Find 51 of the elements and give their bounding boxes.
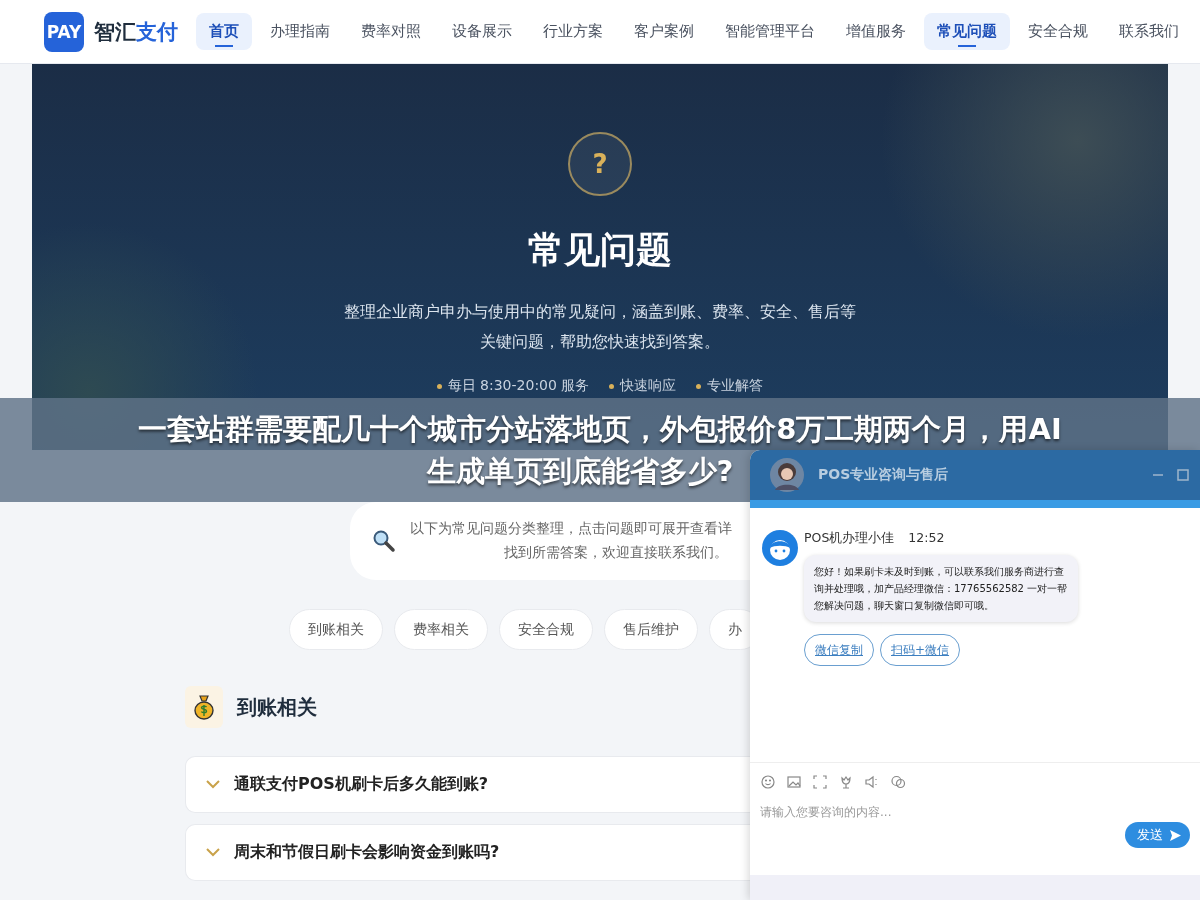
message-time: 12:52 xyxy=(908,530,945,547)
nav-link[interactable]: 联系我们 xyxy=(1106,13,1192,50)
category-chip[interactable]: 售后维护 xyxy=(604,609,698,650)
hint-text: 找到所需答案，欢迎直接联系我们。 xyxy=(503,544,729,562)
nav-link[interactable]: 安全合规 xyxy=(1015,13,1101,50)
feature-item: 每日 8:30-20:00 服务 xyxy=(436,377,590,395)
nav-link[interactable]: 行业方案 xyxy=(530,13,616,50)
hint-text: 以下为常见问题分类整理，点击问题即可展开查看详 xyxy=(410,520,732,538)
nav-link[interactable]: 常见问题 xyxy=(924,13,1010,50)
faq-question: 周末和节假日刷卡会影响资金到账吗? xyxy=(234,842,500,863)
message-bubble: 您好！如果刷卡未及时到账，可以联系我们服务商进行查询并处理哦，加产品经理微信：17765562582 一对一帮您解决问题，聊天窗口复制微信即可哦。 xyxy=(804,555,1078,622)
nav-link[interactable]: 增值服务 xyxy=(833,13,919,50)
caption-text: 一套站群需要配几十个城市分站落地页，外包报价8万工期两个月，用AI xyxy=(138,411,1062,448)
agent-name: POS机办理小佳 xyxy=(804,530,895,547)
send-button[interactable]: 发送 xyxy=(1125,822,1190,848)
emoji-icon[interactable] xyxy=(760,773,776,790)
chat-title: POS专业咨询与售后 xyxy=(818,466,950,484)
nav-link[interactable]: 设备展示 xyxy=(439,13,525,50)
nav-link[interactable]: 首页 xyxy=(196,13,252,50)
category-chip[interactable]: 安全合规 xyxy=(499,609,593,650)
faq-item[interactable]: 通联支付POS机刷卡后多久能到账? xyxy=(185,756,750,813)
maximize-icon xyxy=(1176,468,1190,482)
nav-link[interactable]: 费率对照 xyxy=(348,13,434,50)
category-chip[interactable]: 费率相关 xyxy=(394,609,488,650)
brand-name: 智汇支付 xyxy=(94,18,178,46)
screenshot-icon[interactable] xyxy=(812,773,828,790)
nav-link[interactable]: 智能管理平台 xyxy=(712,13,828,50)
image-icon[interactable] xyxy=(786,773,802,790)
feature-item: 快速响应 xyxy=(609,377,677,395)
category-chip[interactable]: 到账相关 xyxy=(289,609,383,650)
chat-bubbles-icon[interactable] xyxy=(890,773,906,790)
hero-title: 常见问题 xyxy=(528,228,672,272)
faq-question: 通联支付POS机刷卡后多久能到账? xyxy=(234,774,489,795)
hero-description: 整理企业商户申办与使用中的常见疑问，涵盖到账、费率、安全、售后等关键问题，帮助您快速找到答案。 xyxy=(343,301,857,353)
nav-link[interactable]: 客户案例 xyxy=(621,13,707,50)
faq-item[interactable]: 周末和节假日刷卡会影响资金到账吗? xyxy=(185,824,750,881)
money-bag-icon xyxy=(185,686,223,728)
category-chip[interactable]: 办 xyxy=(709,609,750,650)
logo-badge: PAY xyxy=(44,11,84,52)
question-icon: ? xyxy=(568,132,632,196)
send-icon xyxy=(1169,828,1182,842)
nav-link[interactable]: 办理指南 xyxy=(257,13,343,50)
magnifier-icon xyxy=(372,529,396,553)
maximize-button[interactable] xyxy=(1176,468,1190,482)
agent-avatar-icon xyxy=(762,530,798,566)
feature-item: 专业解答 xyxy=(696,377,764,395)
caption-text: 生成单页到底能省多少? xyxy=(426,453,734,490)
minimize-icon xyxy=(1152,474,1164,476)
avatar-icon xyxy=(770,458,804,492)
section-title: 到账相关 xyxy=(237,693,317,721)
speaker-icon[interactable] xyxy=(864,773,880,790)
